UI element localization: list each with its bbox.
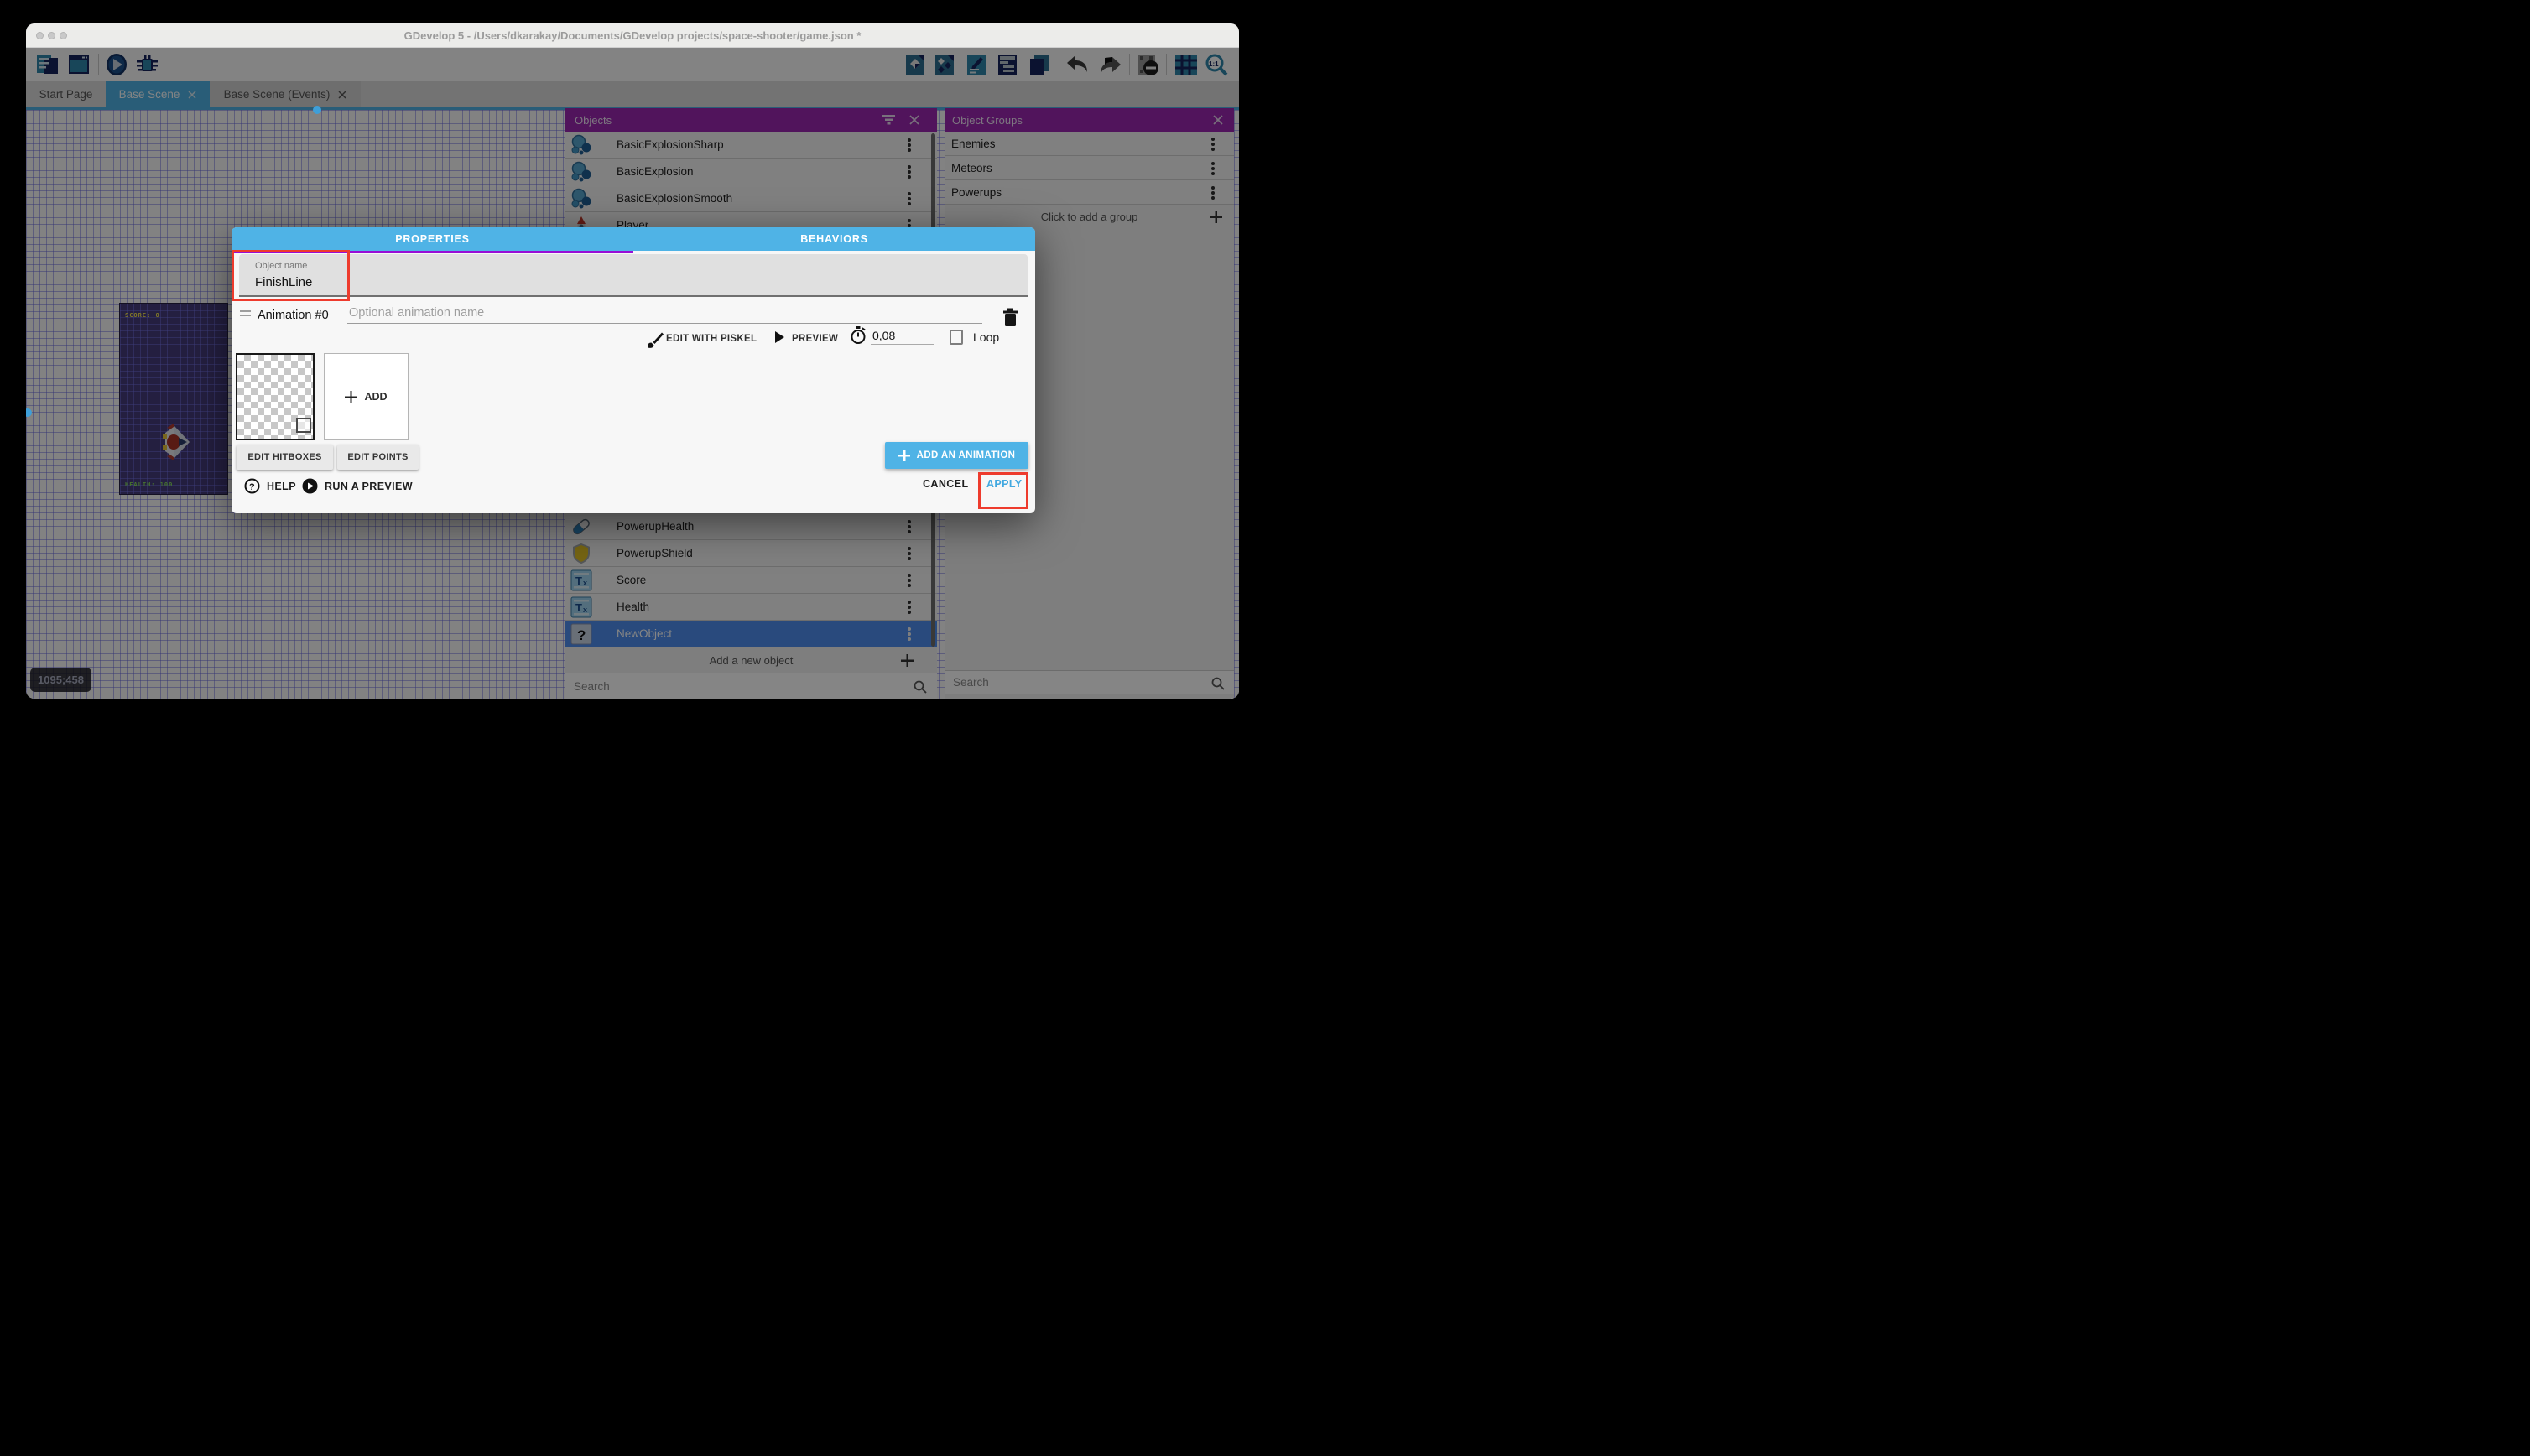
object-name-field[interactable]: Object name FinishLine xyxy=(239,254,1028,297)
dialog-tabbar: PROPERTIES BEHAVIORS xyxy=(232,227,1035,251)
help-label: HELP xyxy=(267,481,296,492)
svg-text:?: ? xyxy=(249,482,255,492)
preview-play-icon xyxy=(775,331,784,347)
edit-with-piskel-button[interactable]: EDIT WITH PISKEL xyxy=(666,334,757,344)
edit-points-button[interactable]: EDIT POINTS xyxy=(337,445,419,470)
loop-label: Loop xyxy=(973,330,999,344)
add-frame-label: ADD xyxy=(364,391,387,403)
edit-hitboxes-button[interactable]: EDIT HITBOXES xyxy=(237,445,333,470)
annotation-box-apply xyxy=(978,472,1028,509)
loop-checkbox[interactable] xyxy=(950,330,963,345)
add-frame-button[interactable]: ADD xyxy=(324,353,409,440)
help-icon: ? xyxy=(244,478,260,494)
window-title: GDevelop 5 - /Users/dkarakay/Documents/G… xyxy=(26,29,1239,42)
canvas-scroll-indicator-top[interactable] xyxy=(313,106,321,114)
thumbnail-corner-icon xyxy=(296,418,311,433)
frame-thumbnail[interactable] xyxy=(236,353,315,440)
frame-time-input[interactable] xyxy=(871,328,934,345)
annotation-box-object-name xyxy=(232,250,350,301)
add-animation-label: ADD AN ANIMATION xyxy=(917,450,1016,460)
animation-label: Animation #0 xyxy=(258,309,329,322)
titlebar: GDevelop 5 - /Users/dkarakay/Documents/G… xyxy=(26,23,1239,48)
brush-icon xyxy=(646,330,664,352)
help-button[interactable]: ? HELP xyxy=(244,478,296,494)
object-editor-dialog: PROPERTIES BEHAVIORS Object name FinishL… xyxy=(232,227,1035,513)
stopwatch-icon xyxy=(850,326,867,349)
drag-handle-icon[interactable] xyxy=(240,310,251,312)
run-preview-icon xyxy=(302,478,318,494)
run-preview-label: RUN A PREVIEW xyxy=(325,481,413,492)
delete-animation-icon[interactable] xyxy=(1002,307,1019,333)
cancel-button[interactable]: CANCEL xyxy=(923,478,968,490)
tab-properties[interactable]: PROPERTIES xyxy=(232,227,633,251)
add-animation-button[interactable]: ADD AN ANIMATION xyxy=(885,442,1028,469)
screenshot-stage: GDevelop 5 - /Users/dkarakay/Documents/G… xyxy=(0,0,1265,728)
tab-behaviors[interactable]: BEHAVIORS xyxy=(633,227,1035,251)
preview-button[interactable]: PREVIEW xyxy=(792,334,838,344)
app-content: 1:1 Start Page Base Scene Base Scene (Ev… xyxy=(26,48,1239,699)
run-preview-button[interactable]: RUN A PREVIEW xyxy=(302,478,413,494)
animation-name-input[interactable] xyxy=(347,303,982,324)
drag-handle-icon[interactable] xyxy=(240,315,251,316)
app-window: GDevelop 5 - /Users/dkarakay/Documents/G… xyxy=(26,23,1239,699)
plus-icon xyxy=(898,450,910,461)
plus-icon xyxy=(345,391,357,403)
